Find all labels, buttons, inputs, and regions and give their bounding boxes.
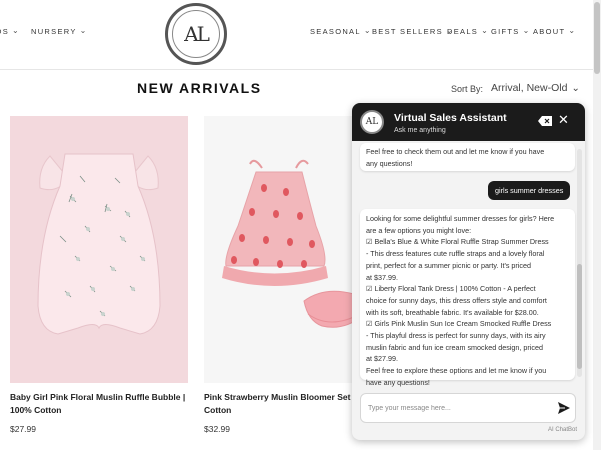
message-line: print, perfect for a summer picnic or pa… [366, 260, 532, 270]
chat-subtitle: Ask me anything [394, 127, 446, 134]
logo-ring: AL [172, 10, 220, 58]
chevron-down-icon: ⌄ [79, 26, 88, 35]
close-icon[interactable]: ✕ [558, 112, 569, 128]
product-price: $27.99 [10, 424, 36, 434]
logo-monogram: AL [184, 22, 210, 46]
sort-label: Sort By: [451, 84, 484, 94]
message-line: at $27.99. [366, 354, 398, 364]
message-line: - This dress features cute ruffle straps… [366, 249, 545, 259]
nav-item-deals[interactable]: DEALS ⌄ [447, 26, 490, 36]
nav-item-nursery[interactable]: NURSERY ⌄ [31, 26, 88, 36]
chat-title: Virtual Sales Assistant [394, 112, 507, 124]
clear-chat-icon[interactable] [538, 116, 552, 126]
message-line: choice for sunny days, this dress offers… [366, 295, 547, 305]
user-message: girls summer dresses [488, 181, 571, 200]
product-name[interactable]: Baby Girl Pink Floral Muslin Ruffle Bubb… [10, 391, 190, 417]
message-line: have any questions! [366, 377, 430, 387]
message-line: at $37.99. [366, 272, 398, 282]
sort-selected-value: Arrival, New-Old [491, 82, 568, 94]
chevron-down-icon: ⌄ [12, 26, 21, 35]
nav-item-label: NURSERY [31, 27, 77, 36]
store-logo[interactable]: AL [165, 3, 227, 65]
nav-item-label: DS [0, 27, 10, 36]
message-line: Feel free to explore these options and l… [366, 366, 547, 376]
product-card[interactable]: Baby Girl Pink Floral Muslin Ruffle Bubb… [10, 116, 188, 434]
chat-footer: AI ChatBot [548, 427, 578, 433]
message-line: ☑ Liberty Floral Tank Dress | 100% Cotto… [366, 284, 536, 294]
message-line: - This playful dress is perfect for sunn… [366, 331, 546, 341]
nav-item-gifts[interactable]: GIFTS ⌄ [491, 26, 531, 36]
chevron-down-icon: ⌄ [571, 82, 580, 94]
nav-item-label: SEASONAL [310, 27, 361, 36]
bot-message: Feel free to check them out and let me k… [360, 143, 575, 171]
chat-input-box [360, 393, 576, 423]
page-title: NEW ARRIVALS [137, 80, 262, 96]
nav-item-best-sellers[interactable]: BEST SELLERS ⌄ [372, 26, 454, 36]
chat-message-input[interactable] [368, 401, 548, 415]
nav-item-label: DEALS [447, 27, 479, 36]
message-line: ☑ Girls Pink Muslin Sun Ice Cream Smocke… [366, 319, 552, 329]
floral-romper-illustration [10, 116, 188, 383]
message-line: with its soft, breathable fabric. It's a… [366, 307, 539, 317]
chevron-down-icon: ⌄ [481, 26, 490, 35]
top-navigation: DS ⌄ NURSERY ⌄ AL SEASONAL ⌄ BEST SELLER… [0, 0, 601, 70]
page-scrollbar-thumb[interactable] [594, 2, 600, 74]
product-image[interactable] [10, 116, 188, 383]
message-line: ☑ Bella's Blue & White Floral Ruffle Str… [366, 237, 549, 247]
nav-item-label: BEST SELLERS [372, 27, 443, 36]
chevron-down-icon: ⌄ [522, 26, 531, 35]
message-line: any questions! [366, 158, 413, 168]
page-scrollbar[interactable] [593, 0, 601, 450]
nav-item-seasonal[interactable]: SEASONAL ⌄ [310, 26, 372, 36]
nav-item-about[interactable]: ABOUT ⌄ [533, 26, 577, 36]
chat-header: AL Virtual Sales Assistant Ask me anythi… [352, 103, 585, 141]
chat-scrollbar-thumb[interactable] [577, 264, 582, 369]
assistant-avatar: AL [360, 110, 384, 134]
sort-select[interactable]: Arrival, New-Old ⌄ [491, 82, 580, 94]
nav-item-label: ABOUT [533, 27, 566, 36]
message-line: muslin fabric and fun ice cream smocked … [366, 342, 543, 352]
send-icon[interactable] [557, 401, 571, 415]
bot-message: Looking for some delightful summer dress… [360, 209, 575, 387]
message-line: Looking for some delightful summer dress… [366, 214, 555, 223]
chat-widget: AL Virtual Sales Assistant Ask me anythi… [352, 103, 585, 440]
chevron-down-icon: ⌄ [363, 26, 372, 35]
chat-messages[interactable]: Feel free to check them out and let me k… [352, 141, 585, 387]
chevron-down-icon: ⌄ [568, 26, 577, 35]
nav-item-label: GIFTS [491, 27, 520, 36]
message-line: Feel free to check them out and let me k… [366, 147, 545, 156]
message-line: are a few options you might love: [366, 225, 472, 235]
nav-item-kids[interactable]: DS ⌄ [0, 26, 21, 36]
